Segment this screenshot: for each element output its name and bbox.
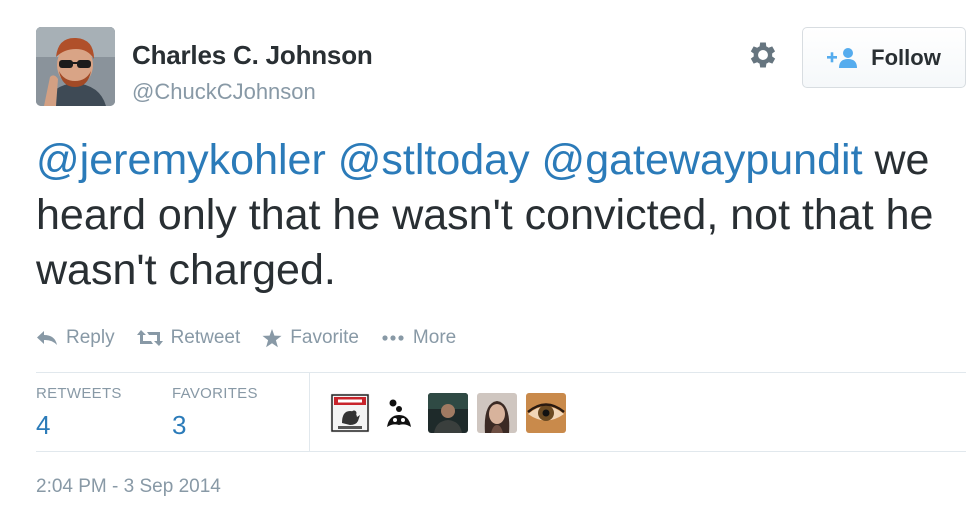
tweet-stats: RETWEETS 4 FAVORITES 3 — [36, 372, 966, 452]
favorite-label: Favorite — [290, 327, 359, 348]
retweet-button[interactable]: Retweet — [136, 327, 241, 349]
add-user-icon — [827, 47, 858, 68]
tweet-timestamp[interactable]: 2:04 PM - 3 Sep 2014 — [36, 476, 221, 498]
more-button[interactable]: More — [381, 327, 456, 349]
star-icon — [262, 328, 282, 347]
favorites-stat[interactable]: FAVORITES 3 — [172, 385, 258, 441]
tweet-text: @jeremykohler @stltoday @gatewaypundit w… — [36, 133, 966, 298]
reply-icon — [37, 331, 57, 345]
caution-sign-avatar[interactable] — [330, 393, 370, 433]
more-label: More — [412, 327, 457, 348]
gear-icon[interactable] — [746, 38, 780, 72]
retweet-label: Retweet — [170, 327, 241, 348]
retweet-icon — [136, 330, 163, 346]
favorites-label: FAVORITES — [172, 385, 258, 402]
stats-divider — [309, 373, 310, 451]
tweet-header: Charles C. Johnson @ChuckCJohnson Follow — [36, 27, 966, 107]
favorites-count: 3 — [172, 410, 187, 440]
tweet-actions: Reply Retweet Favorite More — [36, 327, 478, 349]
mention-link[interactable]: @gatewaypundit — [542, 136, 863, 184]
author-avatar[interactable] — [36, 27, 115, 106]
eye-avatar[interactable] — [526, 393, 566, 433]
retweets-count: 4 — [36, 410, 51, 440]
reply-label: Reply — [66, 327, 115, 348]
reply-button[interactable]: Reply — [36, 327, 115, 349]
more-dots-icon — [382, 335, 404, 341]
mention-link[interactable]: @stltoday — [338, 136, 530, 184]
favorite-button[interactable]: Favorite — [262, 327, 359, 349]
author-name[interactable]: Charles C. Johnson — [132, 40, 373, 71]
favoriter-avatars — [330, 393, 566, 433]
bird-avatar[interactable] — [379, 393, 419, 433]
retweets-label: RETWEETS — [36, 385, 122, 402]
retweets-stat[interactable]: RETWEETS 4 — [36, 385, 122, 441]
follow-button[interactable]: Follow — [802, 27, 966, 88]
author-handle[interactable]: @ChuckCJohnson — [132, 79, 373, 105]
mention-link[interactable]: @jeremykohler — [36, 136, 326, 184]
person-avatar[interactable] — [428, 393, 468, 433]
author-names: Charles C. Johnson @ChuckCJohnson — [132, 40, 373, 105]
woman-avatar[interactable] — [477, 393, 517, 433]
follow-button-label: Follow — [871, 44, 941, 70]
